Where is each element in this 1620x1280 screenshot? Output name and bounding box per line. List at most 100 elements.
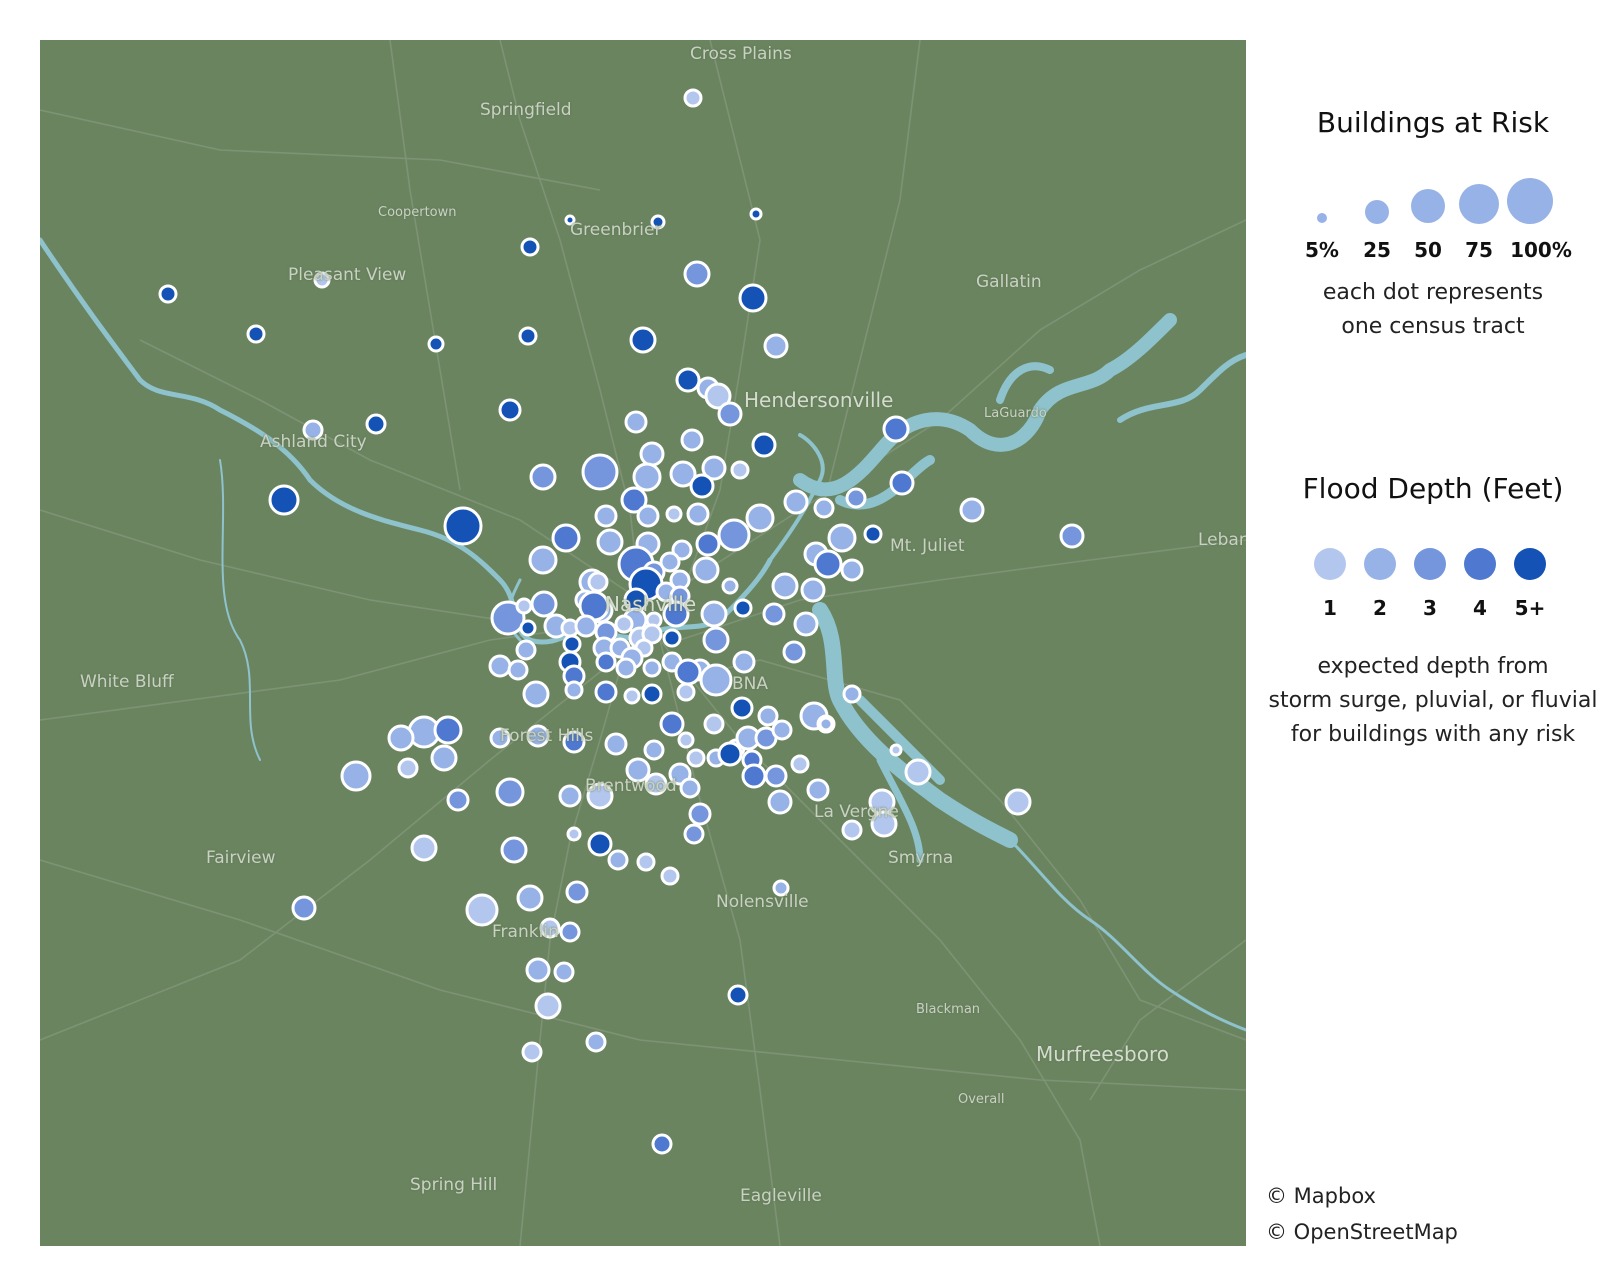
census-tract-dot[interactable] xyxy=(659,711,685,737)
census-tract-dot[interactable] xyxy=(782,640,806,664)
census-tract-dot[interactable] xyxy=(730,460,750,480)
census-tract-dot[interactable] xyxy=(562,634,582,654)
census-tract-dot[interactable] xyxy=(594,504,618,528)
census-tract-dot[interactable] xyxy=(889,470,915,496)
census-tract-dot[interactable] xyxy=(800,577,826,603)
census-tract-dot[interactable] xyxy=(559,921,581,943)
census-tract-dot[interactable] xyxy=(607,849,629,871)
census-tract-dot[interactable] xyxy=(397,757,419,779)
census-tract-dot[interactable] xyxy=(520,237,540,257)
census-tract-dot[interactable] xyxy=(632,462,662,492)
census-tract-dot[interactable] xyxy=(495,777,525,807)
census-tract-dot[interactable] xyxy=(702,626,730,654)
census-tract-dot[interactable] xyxy=(841,819,863,841)
census-tract-dot[interactable] xyxy=(558,784,582,808)
census-tract-dot[interactable] xyxy=(1004,788,1032,816)
census-tract-dot[interactable] xyxy=(732,650,756,674)
census-tract-dot[interactable] xyxy=(521,1041,543,1063)
census-tract-dot[interactable] xyxy=(636,852,656,872)
census-tract-dot[interactable] xyxy=(889,743,903,757)
census-tract-dot[interactable] xyxy=(500,836,528,864)
census-tract-dot[interactable] xyxy=(665,505,683,523)
census-tract-dot[interactable] xyxy=(528,545,558,575)
map[interactable]: Cross Plains Springfield Coopertown Greenbr… xyxy=(40,40,1246,1246)
census-tract-dot[interactable] xyxy=(519,619,537,637)
census-tract-dot[interactable] xyxy=(529,463,557,491)
census-tract-dot[interactable] xyxy=(651,1133,673,1155)
census-tract-dot[interactable] xyxy=(771,572,799,600)
census-tract-dot[interactable] xyxy=(806,778,830,802)
census-tract-dot[interactable] xyxy=(692,556,720,584)
census-tract-dot[interactable] xyxy=(1059,523,1085,549)
census-tract-dot[interactable] xyxy=(695,531,721,557)
census-tract-dot[interactable] xyxy=(741,763,767,789)
census-tract-dot[interactable] xyxy=(566,826,582,842)
census-tract-dot[interactable] xyxy=(904,758,932,786)
census-tract-dot[interactable] xyxy=(675,367,701,393)
census-tract-dot[interactable] xyxy=(594,680,618,704)
census-tract-dot[interactable] xyxy=(158,284,178,304)
census-tract-dot[interactable] xyxy=(246,324,266,344)
census-tract-dot[interactable] xyxy=(845,487,867,509)
census-tract-dot[interactable] xyxy=(767,789,793,815)
census-tract-dot[interactable] xyxy=(727,984,749,1006)
census-tract-dot[interactable] xyxy=(783,489,809,515)
census-tract-dot[interactable] xyxy=(882,415,910,443)
census-tract-dot[interactable] xyxy=(430,744,458,772)
census-tract-dot[interactable] xyxy=(677,731,695,749)
census-tract-dot[interactable] xyxy=(604,732,628,756)
census-tract-dot[interactable] xyxy=(629,326,657,354)
census-tract-dot[interactable] xyxy=(686,748,706,768)
census-tract-dot[interactable] xyxy=(717,518,751,552)
census-tract-dot[interactable] xyxy=(959,497,985,523)
census-tract-dot[interactable] xyxy=(574,614,598,638)
census-tract-dot[interactable] xyxy=(488,654,512,678)
census-tract-dot[interactable] xyxy=(699,663,733,697)
census-tract-dot[interactable] xyxy=(639,441,665,467)
attribution-osm[interactable]: © OpenStreetMap xyxy=(1266,1220,1458,1244)
census-tract-dot[interactable] xyxy=(683,823,705,845)
census-tract-dot[interactable] xyxy=(813,549,843,579)
census-tract-dot[interactable] xyxy=(507,659,529,681)
census-tract-dot[interactable] xyxy=(730,696,754,720)
census-tract-dot[interactable] xyxy=(700,600,728,628)
census-tract-dot[interactable] xyxy=(863,524,883,544)
census-tract-dot[interactable] xyxy=(585,1031,607,1053)
census-tract-dot[interactable] xyxy=(525,957,551,983)
census-tract-dot[interactable] xyxy=(427,335,445,353)
census-tract-dot[interactable] xyxy=(813,497,835,519)
census-tract-dot[interactable] xyxy=(624,410,648,434)
census-tract-dot[interactable] xyxy=(660,866,680,886)
attribution-mapbox[interactable]: © Mapbox xyxy=(1266,1184,1376,1208)
census-tract-dot[interactable] xyxy=(717,741,743,767)
census-tract-dot[interactable] xyxy=(516,884,544,912)
census-tract-dot[interactable] xyxy=(595,651,617,673)
census-tract-dot[interactable] xyxy=(534,992,562,1020)
census-tract-dot[interactable] xyxy=(793,611,819,637)
census-tract-dot[interactable] xyxy=(498,398,522,422)
census-tract-dot[interactable] xyxy=(642,658,662,678)
census-tract-dot[interactable] xyxy=(643,739,665,761)
census-tract-dot[interactable] xyxy=(614,614,634,634)
census-tract-dot[interactable] xyxy=(818,716,834,732)
census-tract-dot[interactable] xyxy=(686,502,710,526)
census-tract-dot[interactable] xyxy=(565,880,589,904)
census-tract-dot[interactable] xyxy=(679,777,701,799)
census-tract-dot[interactable] xyxy=(530,590,558,618)
census-tract-dot[interactable] xyxy=(465,893,499,927)
census-tract-dot[interactable] xyxy=(515,639,537,661)
census-tract-dot[interactable] xyxy=(662,628,682,648)
census-tract-dot[interactable] xyxy=(596,528,624,556)
census-tract-dot[interactable] xyxy=(733,598,753,618)
census-tract-dot[interactable] xyxy=(551,523,581,553)
census-tract-dot[interactable] xyxy=(738,283,768,313)
census-tract-dot[interactable] xyxy=(745,503,775,533)
census-tract-dot[interactable] xyxy=(827,523,857,553)
census-tract-dot[interactable] xyxy=(581,453,619,491)
census-tract-dot[interactable] xyxy=(446,788,470,812)
census-tract-dot[interactable] xyxy=(268,484,300,516)
census-tract-dot[interactable] xyxy=(680,428,704,452)
census-tract-dot[interactable] xyxy=(842,684,862,704)
census-tract-dot[interactable] xyxy=(674,658,702,686)
census-tract-dot[interactable] xyxy=(615,657,637,679)
